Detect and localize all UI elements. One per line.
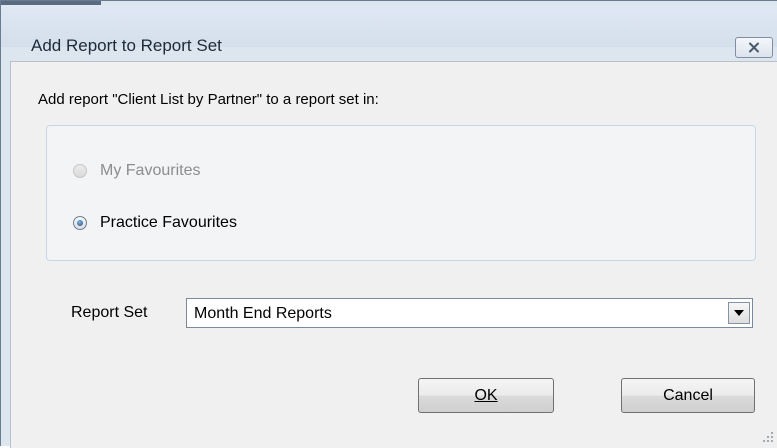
- radio-button[interactable]: [73, 164, 87, 178]
- dialog-title: Add Report to Report Set: [31, 36, 222, 55]
- dropdown-button[interactable]: [728, 302, 750, 324]
- ok-button[interactable]: OK: [418, 378, 554, 413]
- close-icon: [749, 42, 759, 53]
- resize-grip-icon[interactable]: [762, 431, 774, 443]
- radio-label: Practice Favourites: [100, 214, 237, 231]
- cancel-button-label: Cancel: [663, 386, 713, 404]
- report-set-dropdown[interactable]: Month End Reports: [186, 298, 753, 328]
- dialog-window: Add Report to Report Set Add report "Cli…: [0, 0, 777, 448]
- cancel-button[interactable]: Cancel: [621, 378, 755, 413]
- title-bar[interactable]: Add Report to Report Set: [1, 5, 777, 58]
- ok-button-label: OK: [474, 386, 498, 404]
- radio-button[interactable]: [73, 216, 87, 230]
- report-set-value: Month End Reports: [194, 305, 332, 322]
- chevron-down-icon: [734, 310, 744, 316]
- radio-my-favourites[interactable]: My Favourites: [73, 162, 200, 180]
- favourites-group: [46, 125, 756, 261]
- radio-label: My Favourites: [100, 162, 201, 179]
- radio-practice-favourites[interactable]: Practice Favourites: [73, 214, 237, 232]
- dialog-prompt: Add report "Client List by Partner" to a…: [38, 91, 379, 108]
- report-set-label: Report Set: [71, 304, 148, 321]
- close-button[interactable]: [735, 37, 773, 58]
